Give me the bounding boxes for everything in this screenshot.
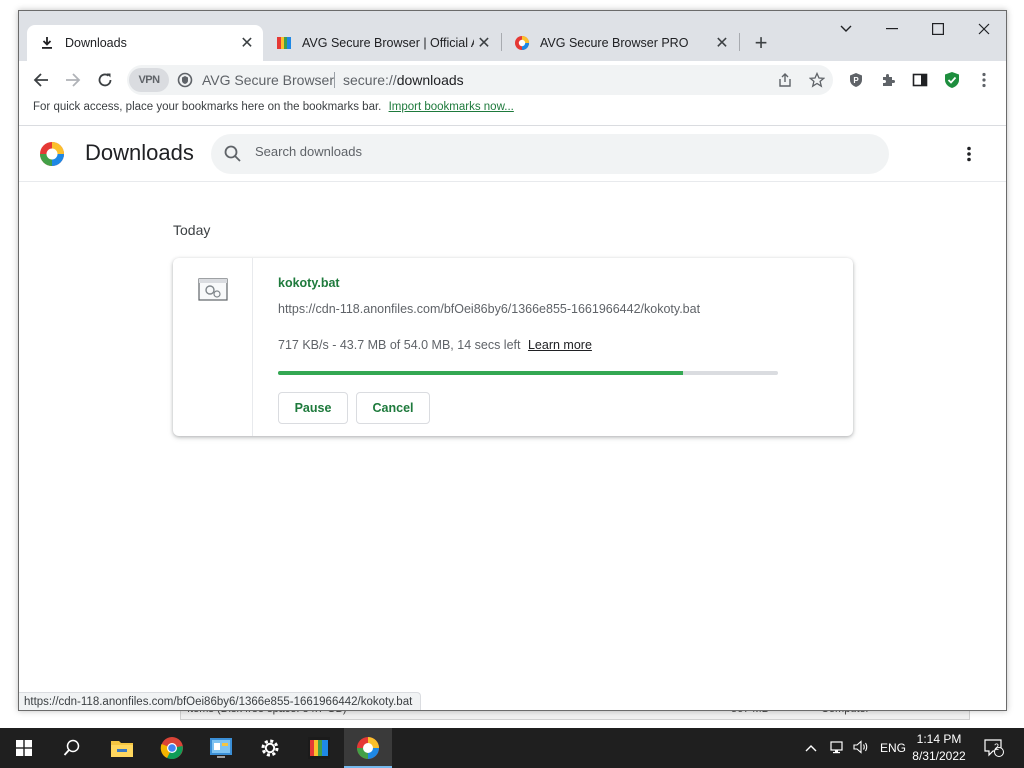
file-explorer-icon[interactable] [98,728,146,768]
url-scheme: secure:// [343,72,397,88]
omnibox-divider [334,72,335,88]
more-actions-icon[interactable] [957,142,981,166]
secure-site-icon[interactable] [177,72,193,88]
date-group-header: Today [173,222,211,238]
taskbar-search-button[interactable] [48,728,96,768]
download-progress-text: 717 KB/s - 43.7 MB of 54.0 MB, 14 secs l… [278,338,521,352]
tab-search-button[interactable] [823,15,869,43]
volume-icon[interactable] [850,739,872,757]
taskbar-clock[interactable]: 1:14 PM 8/31/2022 [905,731,973,765]
download-source-url[interactable]: https://cdn-118.anonfiles.com/bfOei86by6… [278,302,700,316]
download-item-card: kokoty.bat https://cdn-118.anonfiles.com… [173,258,853,436]
download-file-name-link[interactable]: kokoty.bat [278,276,340,290]
learn-more-link[interactable]: Learn more [528,338,592,352]
new-tab-button[interactable]: + [747,29,775,57]
avg-antivirus-icon[interactable] [295,728,343,768]
maximize-button[interactable] [915,15,961,43]
action-center-button[interactable]: 2 [982,728,1006,768]
control-panel-icon[interactable] [197,728,245,768]
tab-title: AVG Secure Browser | Official AVG [302,36,474,50]
network-icon[interactable] [826,740,850,757]
tab-downloads[interactable]: Downloads ✕ [27,25,263,61]
extensions-icon[interactable] [874,66,902,94]
svg-text:P: P [853,76,859,85]
browser-menu-icon[interactable] [970,66,998,94]
privacy-guard-icon[interactable]: P [842,66,870,94]
url-text[interactable]: secure://downloads [343,72,464,88]
import-bookmarks-link[interactable]: Import bookmarks now... [389,101,514,113]
side-panel-icon[interactable] [906,66,934,94]
download-icon [39,35,55,51]
tab-title: Downloads [65,36,127,50]
tab-strip: Downloads ✕ AVG Secure Browser | Officia… [19,11,1006,61]
tab-title: AVG Secure Browser PRO [540,36,689,50]
browser-brand-label: AVG Secure Browser [202,72,335,88]
batch-file-icon[interactable] [198,278,228,302]
search-icon [63,739,80,756]
clock-date: 8/31/2022 [912,749,966,763]
avg-browser-logo-icon [39,141,65,167]
avg-secure-browser-taskbar-icon[interactable] [344,728,392,768]
page-title: Downloads [85,140,194,165]
vpn-button[interactable]: VPN [129,68,169,92]
minimize-button[interactable] [869,15,915,43]
downloads-page: Downloads Today kokoty.bat https://cdn-1… [19,126,1006,710]
search-downloads-box[interactable] [211,134,889,174]
link-status-bubble: https://cdn-118.anonfiles.com/bfOei86by6… [19,692,422,710]
avg-logo-icon [276,35,292,51]
forward-button[interactable] [59,66,87,94]
notification-count-badge: 2 [994,742,1000,752]
reload-button[interactable] [91,66,119,94]
avg-browser-icon [514,35,530,51]
download-progress-fill [278,371,683,375]
chrome-icon[interactable] [148,728,196,768]
tab-avg-official[interactable]: AVG Secure Browser | Official AVG ✕ [264,25,500,61]
cancel-button[interactable]: Cancel [356,392,430,424]
close-window-button[interactable] [961,15,1006,43]
tab-separator [739,33,740,51]
browser-toolbar: VPN AVG Secure Browser secure://download… [19,61,1006,99]
clock-time: 1:14 PM [916,732,962,746]
input-language-indicator[interactable]: ENG [880,741,906,755]
downloads-header: Downloads [19,126,1006,182]
bookmarks-bar: For quick access, place your bookmarks h… [19,99,1006,126]
address-bar[interactable]: VPN AVG Secure Browser secure://download… [127,65,833,95]
show-hidden-icons-chevron-icon[interactable] [802,741,820,755]
share-icon[interactable] [771,66,799,94]
download-progress-bar [278,371,778,375]
close-tab-icon[interactable]: ✕ [237,33,257,53]
settings-icon[interactable] [246,728,294,768]
close-tab-icon[interactable]: ✕ [712,33,732,53]
download-status: 717 KB/s - 43.7 MB of 54.0 MB, 14 secs l… [278,338,592,352]
close-tab-icon[interactable]: ✕ [474,33,494,53]
search-downloads-input[interactable] [255,144,855,159]
windows-logo-icon [16,740,32,756]
avg-security-shield-icon[interactable] [938,66,966,94]
system-tray: ENG [802,728,906,768]
search-icon [223,144,243,164]
download-icon-column [173,258,253,436]
bookmark-star-icon[interactable] [803,66,831,94]
back-button[interactable] [27,66,55,94]
browser-window: Downloads ✕ AVG Secure Browser | Officia… [18,10,1007,711]
windows-taskbar: ENG 1:14 PM 8/31/2022 2 [0,728,1024,768]
tab-avg-pro[interactable]: AVG Secure Browser PRO ✕ [502,25,738,61]
url-path: downloads [396,72,464,88]
pause-button[interactable]: Pause [278,392,348,424]
start-button[interactable] [0,728,48,768]
bookmarks-bar-message: For quick access, place your bookmarks h… [33,101,382,113]
